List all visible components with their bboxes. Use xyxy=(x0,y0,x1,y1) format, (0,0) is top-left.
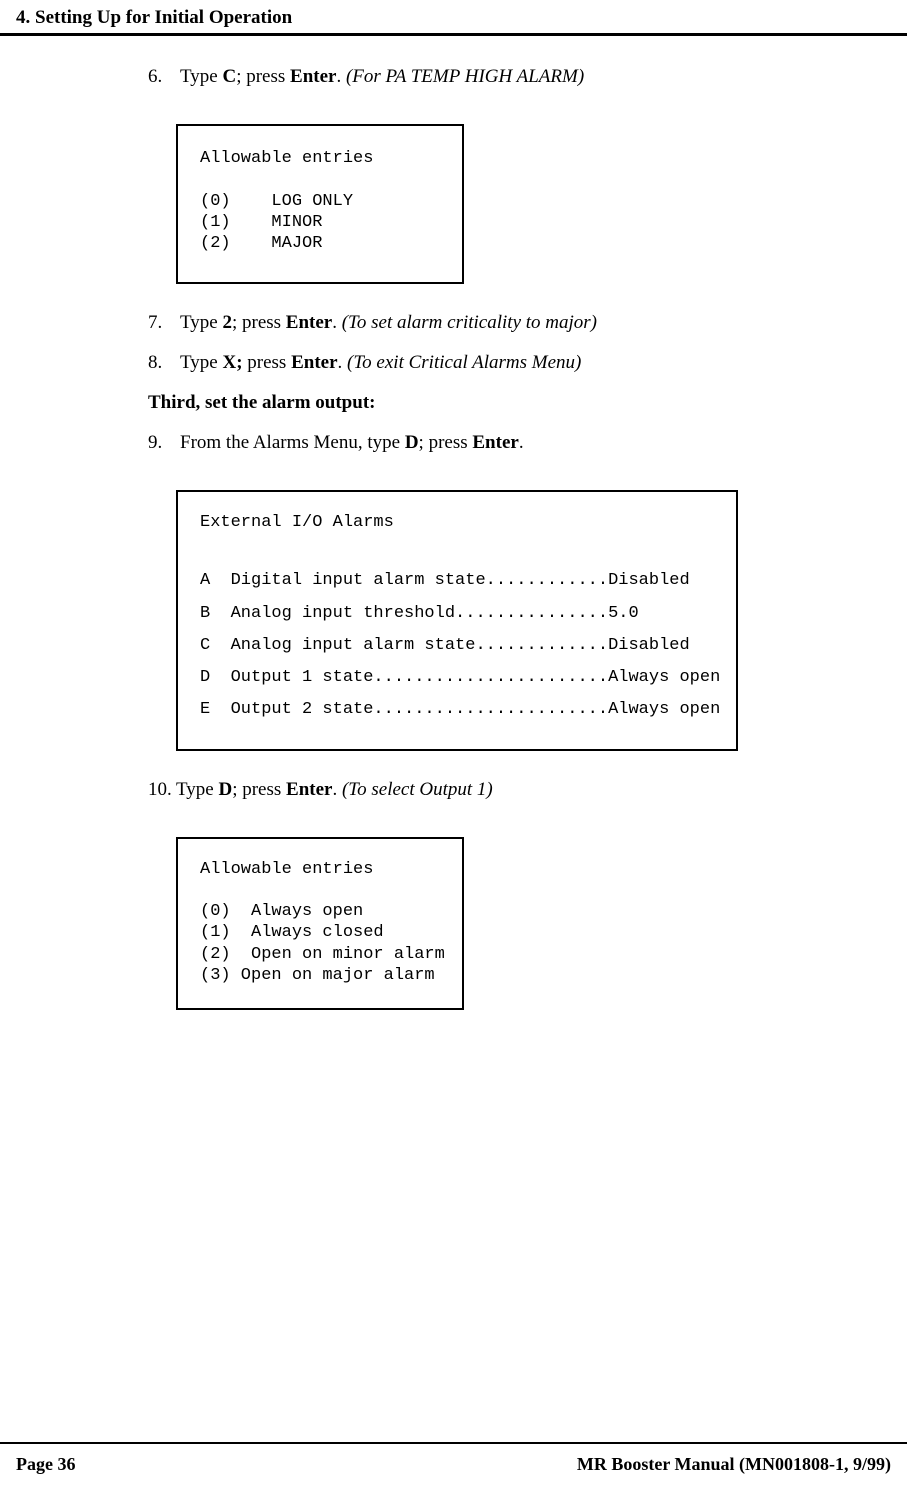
allowable-entries-box-1: Allowable entries (0) LOG ONLY (1) MINOR… xyxy=(176,124,464,284)
page-footer: Page 36 MR Booster Manual (MN001808-1, 9… xyxy=(0,1442,907,1475)
step-number: 9. xyxy=(148,432,180,454)
step-number: 8. xyxy=(148,352,180,374)
box-line: (0) LOG ONLY xyxy=(200,192,353,211)
page-header: 4. Setting Up for Initial Operation xyxy=(0,0,907,36)
allowable-entries-box-2: Allowable entries (0) Always open (1) Al… xyxy=(176,837,464,1011)
key-d: D xyxy=(218,779,232,800)
key-2: 2 xyxy=(222,312,232,333)
box-line: D Output 1 state.......................A… xyxy=(200,668,720,687)
key-enter: Enter xyxy=(286,779,332,800)
key-enter: Enter xyxy=(290,66,336,87)
box-line: (2) MAJOR xyxy=(200,234,322,253)
step-9: 9. From the Alarms Menu, type D; press E… xyxy=(148,432,891,454)
step-8: 8. Type X; press Enter. (To exit Critica… xyxy=(148,352,891,374)
key-enter: Enter xyxy=(291,352,337,373)
step-number: 7. xyxy=(148,312,180,334)
step-number: 6. xyxy=(148,66,180,88)
step-7: 7. Type 2; press Enter. (To set alarm cr… xyxy=(148,312,891,334)
box-line: C Analog input alarm state.............D… xyxy=(200,636,690,655)
box-title: Allowable entries xyxy=(200,860,373,879)
box-line: E Output 2 state.......................A… xyxy=(200,700,720,719)
step-text: Type 2; press Enter. (To set alarm criti… xyxy=(180,312,891,334)
key-x: X; xyxy=(222,352,242,373)
step-10: 10. Type D; press Enter. (To select Outp… xyxy=(148,779,891,801)
step-6: 6. Type C; press Enter. (For PA TEMP HIG… xyxy=(148,66,891,88)
subheading-third: Third, set the alarm output: xyxy=(148,392,891,414)
page-number: Page 36 xyxy=(16,1454,75,1475)
step-text: From the Alarms Menu, type D; press Ente… xyxy=(180,432,891,454)
step-note: (To select Output 1) xyxy=(342,779,493,800)
manual-ref: MR Booster Manual (MN001808-1, 9/99) xyxy=(577,1454,891,1475)
box-line: (1) Always closed xyxy=(200,923,384,942)
step-text: Type X; press Enter. (To exit Critical A… xyxy=(180,352,891,374)
key-enter: Enter xyxy=(472,432,518,453)
box-line: (2) Open on minor alarm xyxy=(200,945,445,964)
step-note: (For PA TEMP HIGH ALARM) xyxy=(346,66,584,87)
key-enter: Enter xyxy=(286,312,332,333)
box-title: External I/O Alarms xyxy=(200,513,394,532)
box-line: (1) MINOR xyxy=(200,213,322,232)
header-title: 4. Setting Up for Initial Operation xyxy=(16,7,292,28)
box-title: Allowable entries xyxy=(200,149,373,168)
step-text: Type D; press Enter. (To select Output 1… xyxy=(176,779,891,801)
key-d: D xyxy=(405,432,419,453)
key-c: C xyxy=(222,66,236,87)
box-line: (3) Open on major alarm xyxy=(200,966,435,985)
step-text: Type C; press Enter. (For PA TEMP HIGH A… xyxy=(180,66,891,88)
box-line: A Digital input alarm state............D… xyxy=(200,571,690,590)
external-io-alarms-box: External I/O Alarms A Digital input alar… xyxy=(176,490,738,750)
box-line: B Analog input threshold...............5… xyxy=(200,604,639,623)
step-note: (To set alarm criticality to major) xyxy=(342,312,597,333)
page-content: 6. Type C; press Enter. (For PA TEMP HIG… xyxy=(0,36,907,1038)
box-line: (0) Always open xyxy=(200,902,363,921)
step-note: (To exit Critical Alarms Menu) xyxy=(347,352,581,373)
